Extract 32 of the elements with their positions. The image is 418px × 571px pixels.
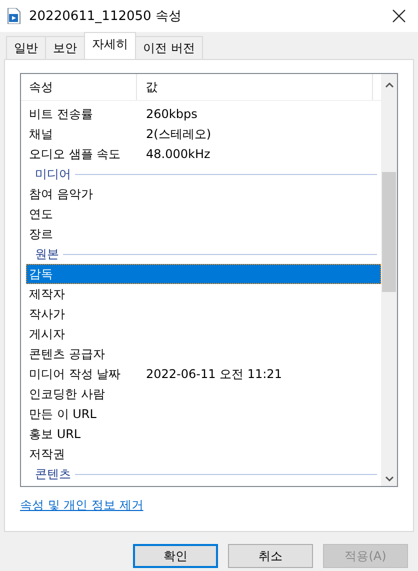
dialog-button[interactable]: 확인: [133, 544, 218, 568]
property-row[interactable]: 만든 이 URL: [26, 404, 381, 424]
group-header: 미디어: [35, 166, 71, 182]
window-title: 20220611_112050 속성: [29, 8, 182, 25]
column-header[interactable]: 속성: [21, 74, 138, 100]
group-header: 콘텐츠: [35, 466, 71, 482]
property-row[interactable]: 채널 2(스테레오): [26, 124, 381, 144]
video-file-icon: [7, 8, 21, 24]
property-row[interactable]: 콘텐츠 공급자: [26, 344, 381, 364]
property-row[interactable]: 오디오 샘플 속도 48.000kHz: [26, 144, 381, 164]
close-icon[interactable]: [392, 9, 406, 23]
remove-properties-link[interactable]: 속성 및 개인 정보 제거: [20, 497, 144, 514]
scrollbar[interactable]: [381, 74, 397, 486]
tab[interactable]: 일반: [6, 36, 46, 59]
dialog-button[interactable]: 취소: [228, 544, 313, 568]
property-row[interactable]: 감독: [26, 264, 381, 284]
group-header: 원본: [35, 246, 59, 262]
property-row[interactable]: 게시자: [26, 324, 381, 344]
property-row[interactable]: 장르: [26, 224, 381, 244]
property-row[interactable]: 참여 음악가: [26, 184, 381, 204]
tab[interactable]: 자세히: [84, 32, 136, 59]
property-row[interactable]: 작사가: [26, 304, 381, 324]
property-row[interactable]: 인코딩한 사람: [26, 384, 381, 404]
property-row[interactable]: 저작권: [26, 444, 381, 464]
property-row[interactable]: 제작자: [26, 284, 381, 304]
property-row[interactable]: 비트 전송률 260kbps: [26, 104, 381, 124]
property-row[interactable]: 미디어 작성 날짜 2022-06-11 오전 11:21: [26, 364, 381, 384]
tab[interactable]: 이전 버전: [135, 36, 203, 59]
scroll-thumb[interactable]: [382, 172, 396, 292]
property-row[interactable]: 연도: [26, 204, 381, 224]
property-row[interactable]: 홍보 URL: [26, 424, 381, 444]
column-header[interactable]: 값: [137, 74, 373, 100]
